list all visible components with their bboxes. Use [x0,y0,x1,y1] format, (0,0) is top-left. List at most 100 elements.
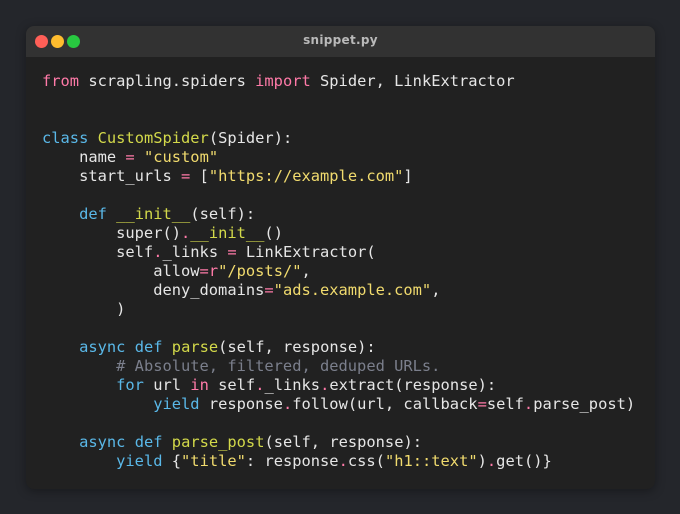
code-token: allow [42,262,200,280]
code-token: = [125,148,135,166]
code-token: parse_post) [533,395,636,413]
code-token: r [208,262,219,280]
code-line: deny_domains="ads.example.com", [42,281,635,300]
code-token: (Spider): [208,129,293,147]
code-token: self [208,376,256,394]
code-token: ) [42,300,126,318]
code-line: async def parse_post(self, response): [42,433,635,452]
code-token: = [264,281,274,299]
code-token: yield [116,452,163,470]
code-line: for url in self._links.extract(response)… [42,376,635,395]
code-token: , [301,262,311,280]
code-token: ] [403,167,413,185]
code-token: async [79,338,126,356]
code-token: self [42,243,154,261]
code-line: class CustomSpider(Spider): [42,129,635,148]
code-token: __init__ [190,224,265,242]
code-token: : response [245,452,339,470]
code-token: deny_domains [42,281,265,299]
code-token: _links [264,376,321,394]
code-line: yield {"title": response.css("h1::text")… [42,452,635,471]
code-line: yield response.follow(url, callback=self… [42,395,635,414]
code-token: get()} [496,452,552,470]
code-token: CustomSpider [97,129,209,147]
code-token: . [486,452,497,470]
code-block: from scrapling.spiders import Spider, Li… [42,72,635,471]
code-token: class [42,129,89,147]
code-line: ) [42,300,635,319]
window-title: snippet.py [303,33,378,47]
code-line: def __init__(self): [42,205,635,224]
code-token: (self): [190,205,256,223]
code-token: (self, response): [218,338,376,356]
code-token: for [116,376,144,394]
code-token: super() [42,224,181,242]
code-token: __init__ [116,205,191,223]
code-token: . [181,224,191,242]
code-line: async def parse(self, response): [42,338,635,357]
code-line: super().__init__() [42,224,635,243]
code-token: response [199,395,283,413]
code-token: def [134,433,163,451]
code-token: ) [477,452,487,470]
code-token: . [523,395,534,413]
code-token: follow(url, callback [292,395,478,413]
code-token: self [486,395,524,413]
code-line: name = "custom" [42,148,635,167]
code-line: # Absolute, filtered, deduped URLs. [42,357,635,376]
code-token: "https://example.com" [208,167,404,185]
title-bar: snippet.py [26,26,655,57]
code-token: = [181,167,191,185]
code-token: parse [171,338,219,356]
code-token: name [42,148,126,166]
code-token: scrapling.spiders [79,72,256,90]
code-token: parse_post [171,433,265,451]
code-token: { [162,452,182,470]
code-token: "/posts/" [218,262,302,280]
code-line: self._links = LinkExtractor( [42,243,635,262]
code-token: "ads.example.com" [273,281,432,299]
code-token: [ [190,167,209,185]
code-token: # Absolute, filtered, deduped URLs. [116,357,441,375]
code-token: "h1::text" [384,452,478,470]
code-token: Spider, LinkExtractor [310,72,515,90]
code-token: _links [162,243,228,261]
code-token: () [264,224,283,242]
code-token: def [134,338,163,356]
code-token: "title" [181,452,246,470]
code-token: (self, response): [264,433,422,451]
code-token: . [282,395,293,413]
code-token: in [190,376,209,394]
code-token: . [338,452,348,470]
code-token: yield [153,395,200,413]
code-token: , [431,281,441,299]
code-token: = [477,395,487,413]
code-token: css( [347,452,385,470]
code-line: allow=r"/posts/", [42,262,635,281]
code-token: import [255,72,311,90]
code-window: snippet.py from scrapling.spiders import… [26,26,655,489]
code-token: start_urls [42,167,181,185]
code-line: from scrapling.spiders import Spider, Li… [42,72,635,91]
code-token: = [199,262,209,280]
code-token: LinkExtractor( [236,243,376,261]
